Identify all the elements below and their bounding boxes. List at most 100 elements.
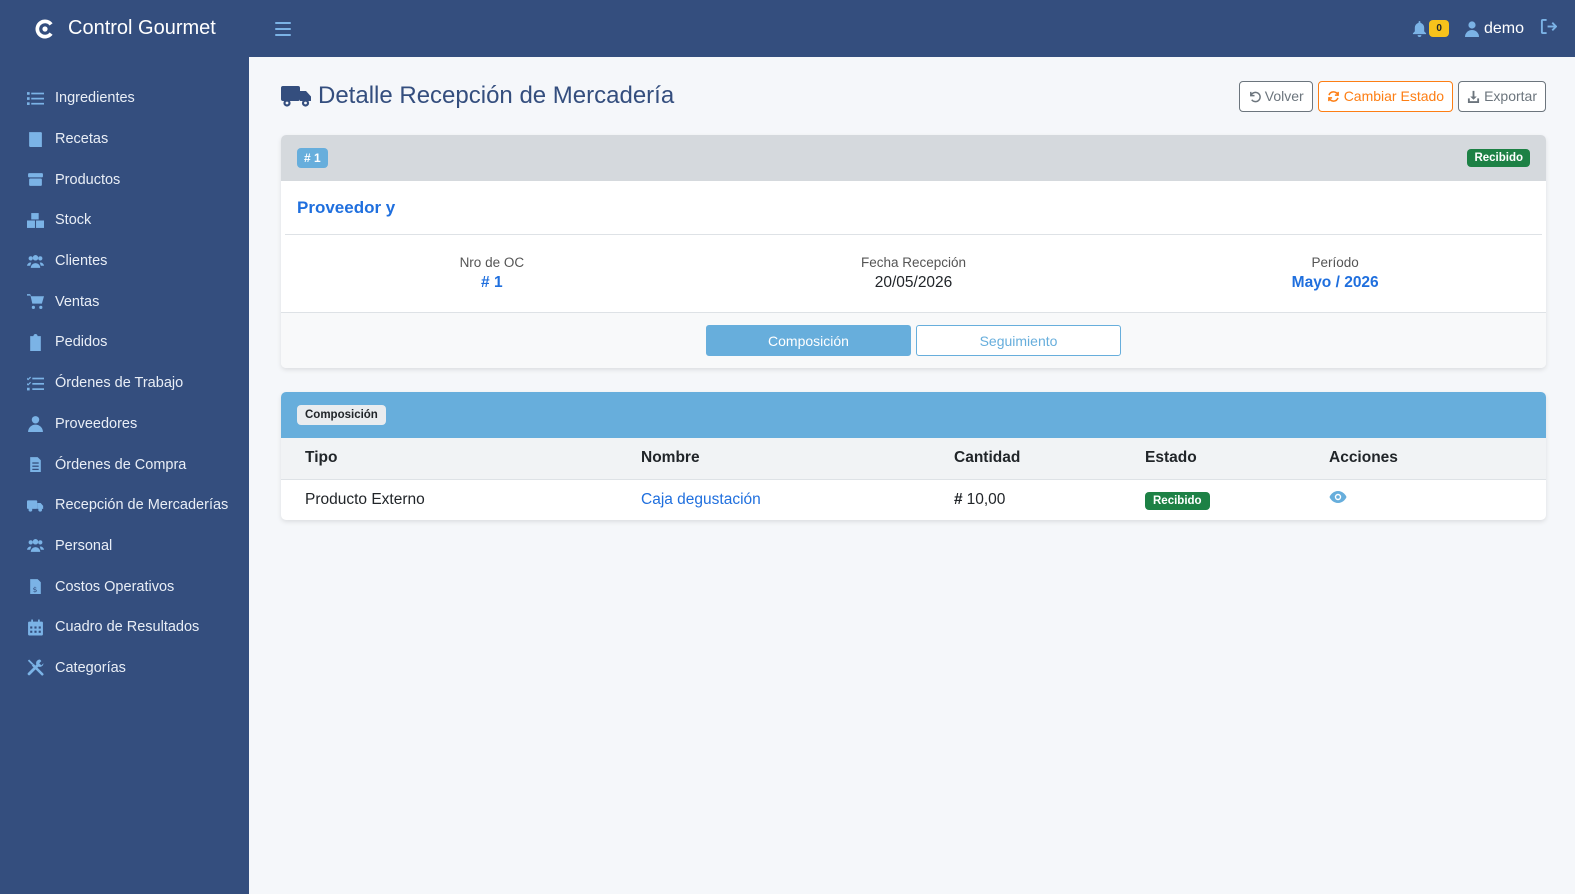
sidebar-item-label: Costos Operativos [55,578,175,595]
cell-estado: Recibido [1121,479,1305,520]
user-menu[interactable]: demo [1464,19,1524,38]
page-header: Detalle Recepción de Mercadería Volver C… [281,57,1546,135]
brand-name: Control Gourmet [68,17,216,39]
page-title-text: Detalle Recepción de Mercadería [318,82,675,109]
sidebar-item-productos[interactable]: Productos [0,159,249,200]
order-number-link[interactable]: # 1 [481,274,503,292]
user-tie-icon [26,415,44,433]
main-content: Detalle Recepción de Mercadería Volver C… [281,57,1546,520]
hash-icon: # [481,274,490,291]
sidebar-item-stock[interactable]: Stock [0,200,249,241]
sidebar-item-ventas[interactable]: Ventas [0,281,249,322]
sidebar-item-label: Recepción de Mercaderías [55,497,229,514]
truck-icon [26,496,44,514]
list-icon [26,89,44,107]
period-label: Período [1311,255,1359,270]
sidebar-item-clientes[interactable]: Clientes [0,241,249,282]
username: demo [1483,19,1524,37]
export-button[interactable]: Exportar [1458,80,1546,112]
logout-icon [1540,18,1558,34]
sidebar-item-label: Órdenes de Compra [55,456,187,473]
reception-id-badge: # 1 [297,148,328,168]
sidebar-item-ingredientes[interactable]: Ingredientes [0,78,249,119]
logout-button[interactable] [1540,18,1558,40]
sidebar-item-label: Recetas [55,131,109,148]
sidebar-item-proveedores[interactable]: Proveedores [0,404,249,445]
sidebar-item-ordenes-compra[interactable]: Órdenes de Compra [0,444,249,485]
sidebar-item-costos[interactable]: $ Costos Operativos [0,566,249,607]
sidebar-item-label: Personal [55,537,113,554]
tasks-icon [26,374,44,392]
truck-icon [281,86,311,107]
sidebar-item-resultados[interactable]: Cuadro de Resultados [0,607,249,648]
download-icon [1468,90,1480,103]
menu-toggle-icon[interactable] [275,21,291,36]
reception-date-label: Fecha Recepción [860,255,967,270]
detail-info-row: Nro de OC # 1 Fecha Recepción 20/05/2026… [281,235,1546,312]
order-number-label: Nro de OC [459,255,525,270]
sidebar-item-label: Clientes [55,253,108,270]
composition-table: Tipo Nombre Cantidad Estado Acciones Pro… [281,438,1546,520]
cell-cantidad: # 10,00 [930,479,1121,520]
book-icon [26,130,44,148]
sidebar-item-label: Productos [55,171,121,188]
sidebar-item-label: Ingredientes [55,90,135,107]
calendar-icon [26,618,44,636]
cell-acciones [1305,479,1546,520]
undo-icon [1249,91,1261,102]
table-header-row: Tipo Nombre Cantidad Estado Acciones [281,438,1546,480]
sidebar: Control Gourmet Ingredientes Recetas Pro… [0,0,249,894]
reception-detail-card: # 1 Recibido Proveedor y Nro de OC # 1 F… [281,135,1546,368]
composition-card: Composición Tipo Nombre Cantidad Estado … [281,392,1546,520]
period-value[interactable]: Mayo / 2026 [1292,274,1379,292]
change-status-button-label: Cambiar Estado [1343,88,1445,104]
composition-card-header: Composición [281,392,1546,438]
status-badge: Recibido [1467,149,1530,167]
svg-text:$: $ [32,585,37,594]
sidebar-nav: Ingredientes Recetas Productos Stock Cli… [0,78,249,688]
order-number-value: 1 [493,274,503,291]
row-status-badge: Recibido [1145,491,1210,510]
column-header-estado: Estado [1121,438,1305,480]
topbar: 0 demo [249,0,1575,57]
sidebar-item-recepcion[interactable]: Recepción de Mercaderías [0,485,249,526]
sidebar-item-label: Órdenes de Trabajo [55,375,184,392]
users-icon [26,537,44,555]
column-header-tipo: Tipo [281,438,617,480]
sidebar-item-ordenes-trabajo[interactable]: Órdenes de Trabajo [0,363,249,404]
tab-seguimiento[interactable]: Seguimiento [916,325,1121,356]
sidebar-item-categorias[interactable]: Categorías [0,648,249,689]
composition-badge: Composición [297,405,386,425]
table-row: Producto Externo Caja degustación # 10,0… [281,479,1546,520]
column-header-nombre: Nombre [617,438,930,480]
product-link[interactable]: Caja degustación [641,491,761,508]
reception-date-value: 20/05/2026 [874,274,953,291]
tools-icon [26,659,44,677]
export-button-label: Exportar [1484,88,1537,104]
notification-count-badge: 0 [1429,20,1449,37]
sidebar-item-recetas[interactable]: Recetas [0,119,249,160]
quantity-value: 10,00 [966,490,1006,508]
view-button[interactable] [1329,491,1347,508]
sidebar-item-personal[interactable]: Personal [0,526,249,567]
eye-icon [1329,491,1347,504]
page-actions: Volver Cambiar Estado Exportar [1238,80,1546,112]
sidebar-item-pedidos[interactable]: Pedidos [0,322,249,363]
sidebar-item-label: Cuadro de Resultados [55,619,200,636]
back-button[interactable]: Volver [1238,80,1313,112]
cart-icon [26,293,44,311]
boxes-icon [26,211,44,229]
notifications-button[interactable]: 0 [1412,20,1449,37]
brand[interactable]: Control Gourmet [0,0,249,57]
clipboard-icon [26,333,44,351]
user-icon [1464,20,1479,37]
column-header-cantidad: Cantidad [930,438,1121,480]
back-button-label: Volver [1264,88,1304,104]
reception-date-field: Fecha Recepción 20/05/2026 [703,235,1125,312]
tab-composicion[interactable]: Composición [706,325,911,356]
sidebar-item-label: Stock [55,212,92,229]
supplier-name[interactable]: Proveedor y [285,181,1542,235]
sync-icon [1327,90,1339,102]
change-status-button[interactable]: Cambiar Estado [1317,80,1454,112]
sidebar-item-label: Categorías [55,659,126,676]
